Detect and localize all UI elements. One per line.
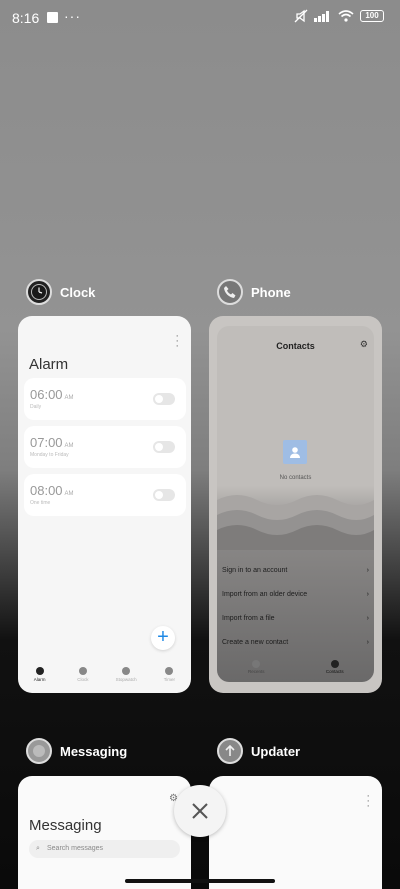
alarm-toggle[interactable] (153, 393, 175, 405)
nav-stopwatch[interactable]: Stopwatch (106, 663, 146, 693)
status-time: 8:16 (12, 10, 40, 26)
app-name-messaging: Messaging (60, 743, 128, 759)
updater-app-icon (217, 738, 243, 764)
messaging-card[interactable]: ⚙ Messaging ⌕ Search messages (18, 776, 191, 889)
more-notifications-icon: ··· (64, 8, 81, 24)
chevron-right-icon: › (366, 615, 369, 622)
chevron-right-icon: › (366, 639, 369, 646)
stopwatch-icon (122, 667, 131, 675)
close-icon (192, 803, 208, 819)
app-name-phone: Phone (251, 284, 291, 300)
alarm-time: 06:00 AM (30, 387, 74, 402)
nav-recents[interactable]: Recents (236, 656, 276, 682)
clock-app-icon (26, 279, 52, 305)
contact-placeholder-icon (283, 440, 307, 464)
alarm-item[interactable]: 06:00 AM Daily (24, 378, 186, 420)
status-bar: 8:16 ··· 100 (0, 0, 400, 36)
contacts-title: Contacts (276, 341, 315, 351)
action-import-device[interactable]: Import from an older device › (222, 591, 369, 598)
action-create-contact[interactable]: Create a new contact › (222, 639, 369, 646)
battery-icon: 100 (360, 10, 384, 22)
phone-card[interactable]: Contacts ⚙ No contacts Sign in to an acc… (209, 316, 382, 693)
action-sign-in[interactable]: Sign in to an account › (222, 567, 369, 574)
settings-gear-icon[interactable]: ⚙ (360, 339, 368, 350)
recents-icon (252, 660, 261, 668)
more-options-icon[interactable]: · · · (175, 331, 179, 352)
wave-decoration (217, 495, 374, 550)
nav-contacts[interactable]: Contacts (315, 656, 355, 682)
status-icons: 100 (294, 9, 384, 23)
messaging-app-icon (26, 738, 52, 764)
alarm-time: 08:00 AM (30, 483, 74, 498)
phone-app-icon (217, 279, 243, 305)
alarm-item[interactable]: 07:00 AM Monday to Friday (24, 426, 186, 468)
wifi-icon (338, 10, 354, 22)
app-label-clock[interactable]: Clock (26, 279, 95, 305)
phone-screen: Contacts ⚙ No contacts Sign in to an acc… (217, 326, 374, 682)
alarm-title: Alarm (29, 356, 69, 373)
search-messages-input[interactable]: ⌕ Search messages (29, 840, 180, 858)
alarm-item[interactable]: 08:00 AM One time (24, 474, 186, 516)
contacts-icon (330, 660, 339, 668)
no-contacts-text: No contacts (279, 475, 312, 481)
nav-clock[interactable]: Clock (63, 663, 103, 693)
chevron-right-icon: › (366, 591, 369, 598)
app-label-phone[interactable]: Phone (217, 279, 291, 305)
alarm-toggle[interactable] (153, 441, 175, 453)
more-options-icon[interactable]: · · · (366, 791, 370, 812)
alarm-repeat: Monday to Friday (30, 452, 69, 458)
home-indicator[interactable] (125, 879, 275, 883)
action-import-file[interactable]: Import from a file › (222, 615, 369, 622)
updater-card[interactable]: · · · (209, 776, 382, 889)
clock-card[interactable]: · · · Alarm 06:00 AM Daily 07:00 AM Monday t… (18, 316, 191, 693)
alarm-icon (35, 667, 44, 675)
nav-timer[interactable]: Timer (149, 663, 189, 693)
app-label-messaging[interactable]: Messaging (26, 738, 127, 764)
app-label-updater[interactable]: Updater (217, 738, 300, 764)
app-name-clock: Clock (60, 284, 96, 300)
clock-bottom-nav: Alarm Clock Stopwatch Timer (18, 663, 191, 693)
signal-icon (314, 11, 329, 22)
clock-icon (78, 667, 87, 675)
notification-square-icon (47, 12, 58, 23)
alarm-toggle[interactable] (153, 489, 175, 501)
clear-all-button[interactable] (174, 785, 226, 837)
app-name-updater: Updater (251, 743, 301, 759)
nav-alarm[interactable]: Alarm (20, 663, 60, 693)
phone-bottom-nav: Recents Contacts (217, 656, 374, 682)
timer-icon (165, 667, 174, 675)
alarm-repeat: One time (30, 500, 51, 506)
messaging-title: Messaging (29, 817, 102, 834)
search-icon: ⌕ (36, 845, 40, 852)
alarm-time: 07:00 AM (30, 435, 74, 450)
add-alarm-button[interactable]: + (151, 626, 175, 650)
chevron-right-icon: › (366, 567, 369, 574)
alarm-repeat: Daily (30, 404, 42, 410)
mute-icon (294, 9, 308, 23)
